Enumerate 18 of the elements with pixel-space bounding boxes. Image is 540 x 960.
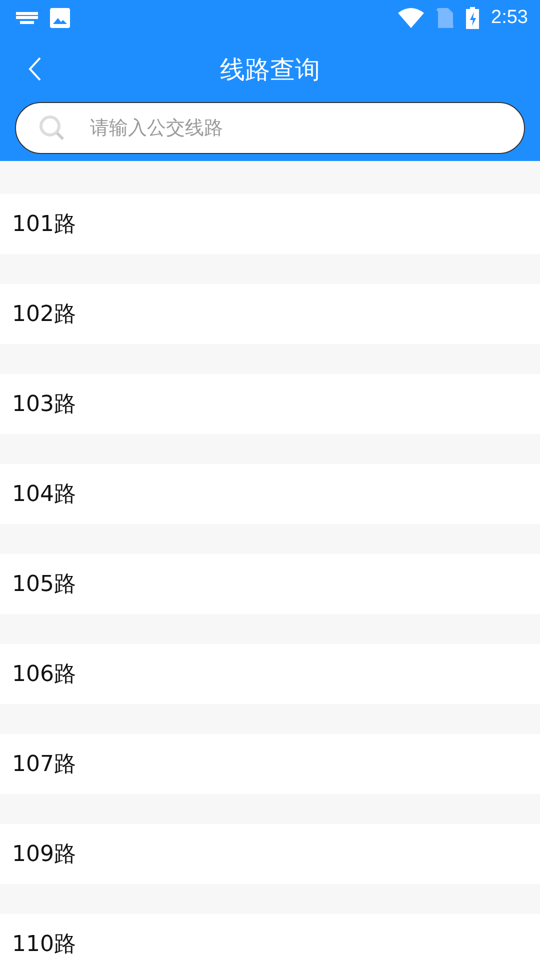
no-sim-icon	[436, 8, 454, 28]
route-item[interactable]: 102路	[0, 284, 540, 344]
keyboard-icon	[16, 12, 38, 24]
chevron-left-icon	[28, 57, 42, 81]
image-icon	[50, 8, 70, 28]
route-item[interactable]: 101路	[0, 194, 540, 254]
route-item[interactable]: 109路	[0, 824, 540, 884]
route-item[interactable]: 110路	[0, 914, 540, 960]
status-time: 2:53	[491, 7, 528, 29]
page-title: 线路查询	[220, 54, 320, 84]
wifi-icon	[398, 8, 424, 28]
battery-icon	[466, 7, 480, 29]
route-item[interactable]: 103路	[0, 374, 540, 434]
route-item[interactable]: 105路	[0, 554, 540, 614]
route-item[interactable]: 106路	[0, 644, 540, 704]
route-item[interactable]: 107路	[0, 734, 540, 794]
route-item[interactable]: 104路	[0, 464, 540, 524]
search-field[interactable]: 请输入公交线路	[15, 102, 525, 154]
